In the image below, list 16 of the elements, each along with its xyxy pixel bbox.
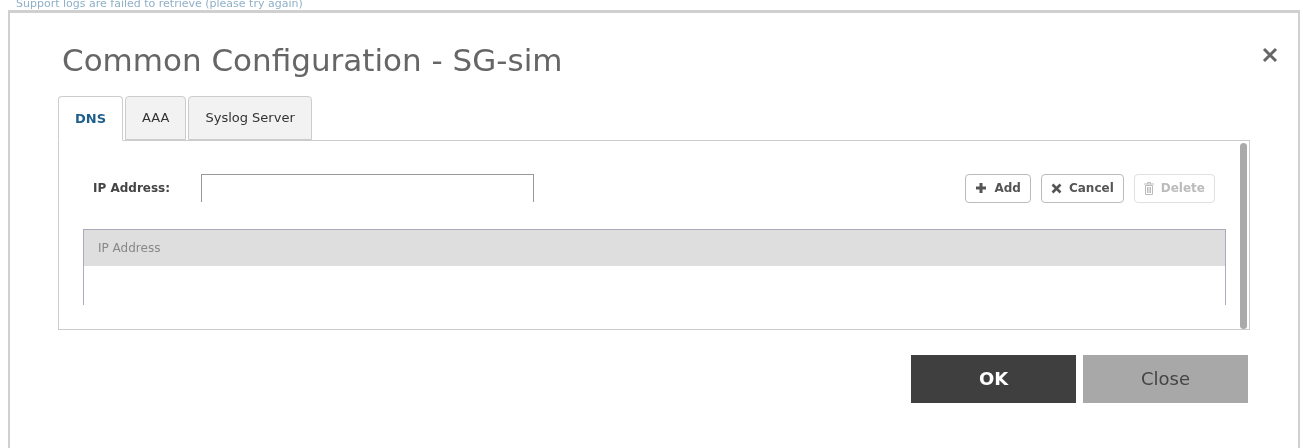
tab[interactable]: Syslog Server <box>188 95 312 140</box>
add-button[interactable]: Add <box>965 173 1031 203</box>
ok-button[interactable]: OK <box>911 354 1076 403</box>
tab[interactable]: DNS <box>58 95 124 141</box>
close-icon[interactable] <box>1262 47 1278 63</box>
cancel-button[interactable]: Cancel <box>1040 173 1124 203</box>
field-label: IP Address: <box>93 180 171 198</box>
scrollbar-thumb[interactable] <box>1240 142 1247 329</box>
dialog-title: Common Configuration - SG-sim <box>62 41 563 80</box>
ip-address-field[interactable] <box>201 174 534 203</box>
x-icon <box>1050 182 1062 194</box>
plus-icon <box>975 182 988 195</box>
close-button[interactable]: Close <box>1083 354 1248 403</box>
tab[interactable]: AAA <box>125 95 187 140</box>
trash-icon <box>1143 181 1154 195</box>
column-header: IP Address <box>97 239 162 257</box>
